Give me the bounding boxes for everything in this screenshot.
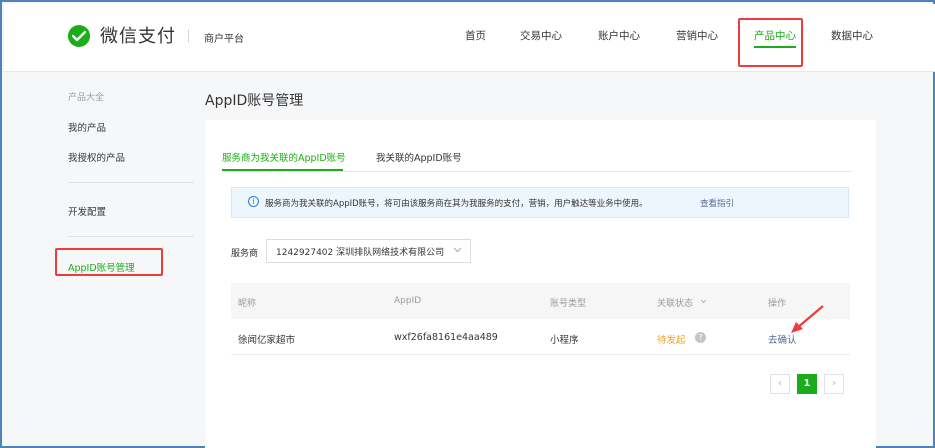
nav-marketing-center[interactable]: 营销中心 — [676, 28, 718, 43]
tab-bar-divider — [222, 171, 852, 172]
column-header-account-type: 账号类型 — [550, 299, 587, 309]
table-row-divider — [231, 354, 850, 355]
provider-filter-label: 服务商 — [231, 249, 259, 259]
column-header-nickname: 昵称 — [238, 299, 257, 309]
sidebar-item-my-products[interactable]: 我的产品 — [68, 120, 106, 134]
pagination-page-1[interactable]: 1 — [797, 374, 817, 394]
table-cell-appid: wxf26fa8161e4aa489 — [394, 332, 498, 343]
provider-select-value: 1242927402 深圳排队网络技术有限公司 — [276, 248, 445, 258]
sidebar-item-authorized-products[interactable]: 我授权的产品 — [68, 150, 125, 164]
annotation-highlight-sidebar — [55, 248, 163, 276]
wechat-pay-logo-icon — [68, 25, 90, 47]
tab-provider-linked-appid[interactable]: 服务商为我关联的AppID账号 — [222, 150, 346, 164]
sidebar-divider — [68, 236, 194, 237]
info-icon: i — [248, 196, 259, 207]
pagination-next-button[interactable]: › — [824, 374, 844, 394]
window-frame: 微信支付 商户平台 首页 交易中心 账户中心 营销中心 产品中心 数据中心 产品… — [0, 0, 935, 448]
column-header-link-status[interactable]: 关联状态 — [657, 296, 693, 309]
go-confirm-link[interactable]: 去确认 — [768, 332, 797, 346]
notice-text: 服务商为我关联的AppID账号，将可由该服务商在其为我服务的支付，营销，用户触达… — [265, 199, 648, 209]
brand-name: 微信支付 — [100, 26, 176, 47]
nav-home[interactable]: 首页 — [465, 28, 486, 43]
page-title: AppID账号管理 — [205, 93, 304, 109]
nav-account-center[interactable]: 账户中心 — [598, 28, 640, 43]
nav-trade-center[interactable]: 交易中心 — [520, 28, 562, 43]
header-divider — [188, 29, 189, 43]
sidebar-group-title: 产品大全 — [68, 93, 105, 103]
help-question-icon[interactable]: ? — [695, 332, 706, 343]
annotation-highlight-nav — [738, 18, 803, 67]
table-cell-account-type: 小程序 — [550, 335, 579, 346]
view-guide-link[interactable]: 查看指引 — [700, 197, 734, 209]
chevron-down-icon — [453, 247, 462, 253]
sidebar-item-dev-config[interactable]: 开发配置 — [68, 204, 106, 218]
annotation-arrow-icon — [791, 305, 824, 333]
pagination-prev-button[interactable]: ‹ — [770, 374, 790, 394]
chevron-down-icon — [700, 299, 707, 304]
tab-my-linked-appid[interactable]: 我关联的AppID账号 — [376, 150, 462, 164]
table-header — [231, 283, 850, 319]
table-cell-nickname: 徐闻亿家超市 — [238, 335, 296, 346]
column-header-appid: AppID — [394, 296, 422, 306]
status-badge: 待发起 — [657, 335, 686, 346]
sidebar-divider — [68, 182, 194, 183]
column-header-actions: 操作 — [768, 299, 787, 309]
platform-name: 商户平台 — [204, 34, 244, 45]
nav-data-center[interactable]: 数据中心 — [831, 28, 873, 43]
